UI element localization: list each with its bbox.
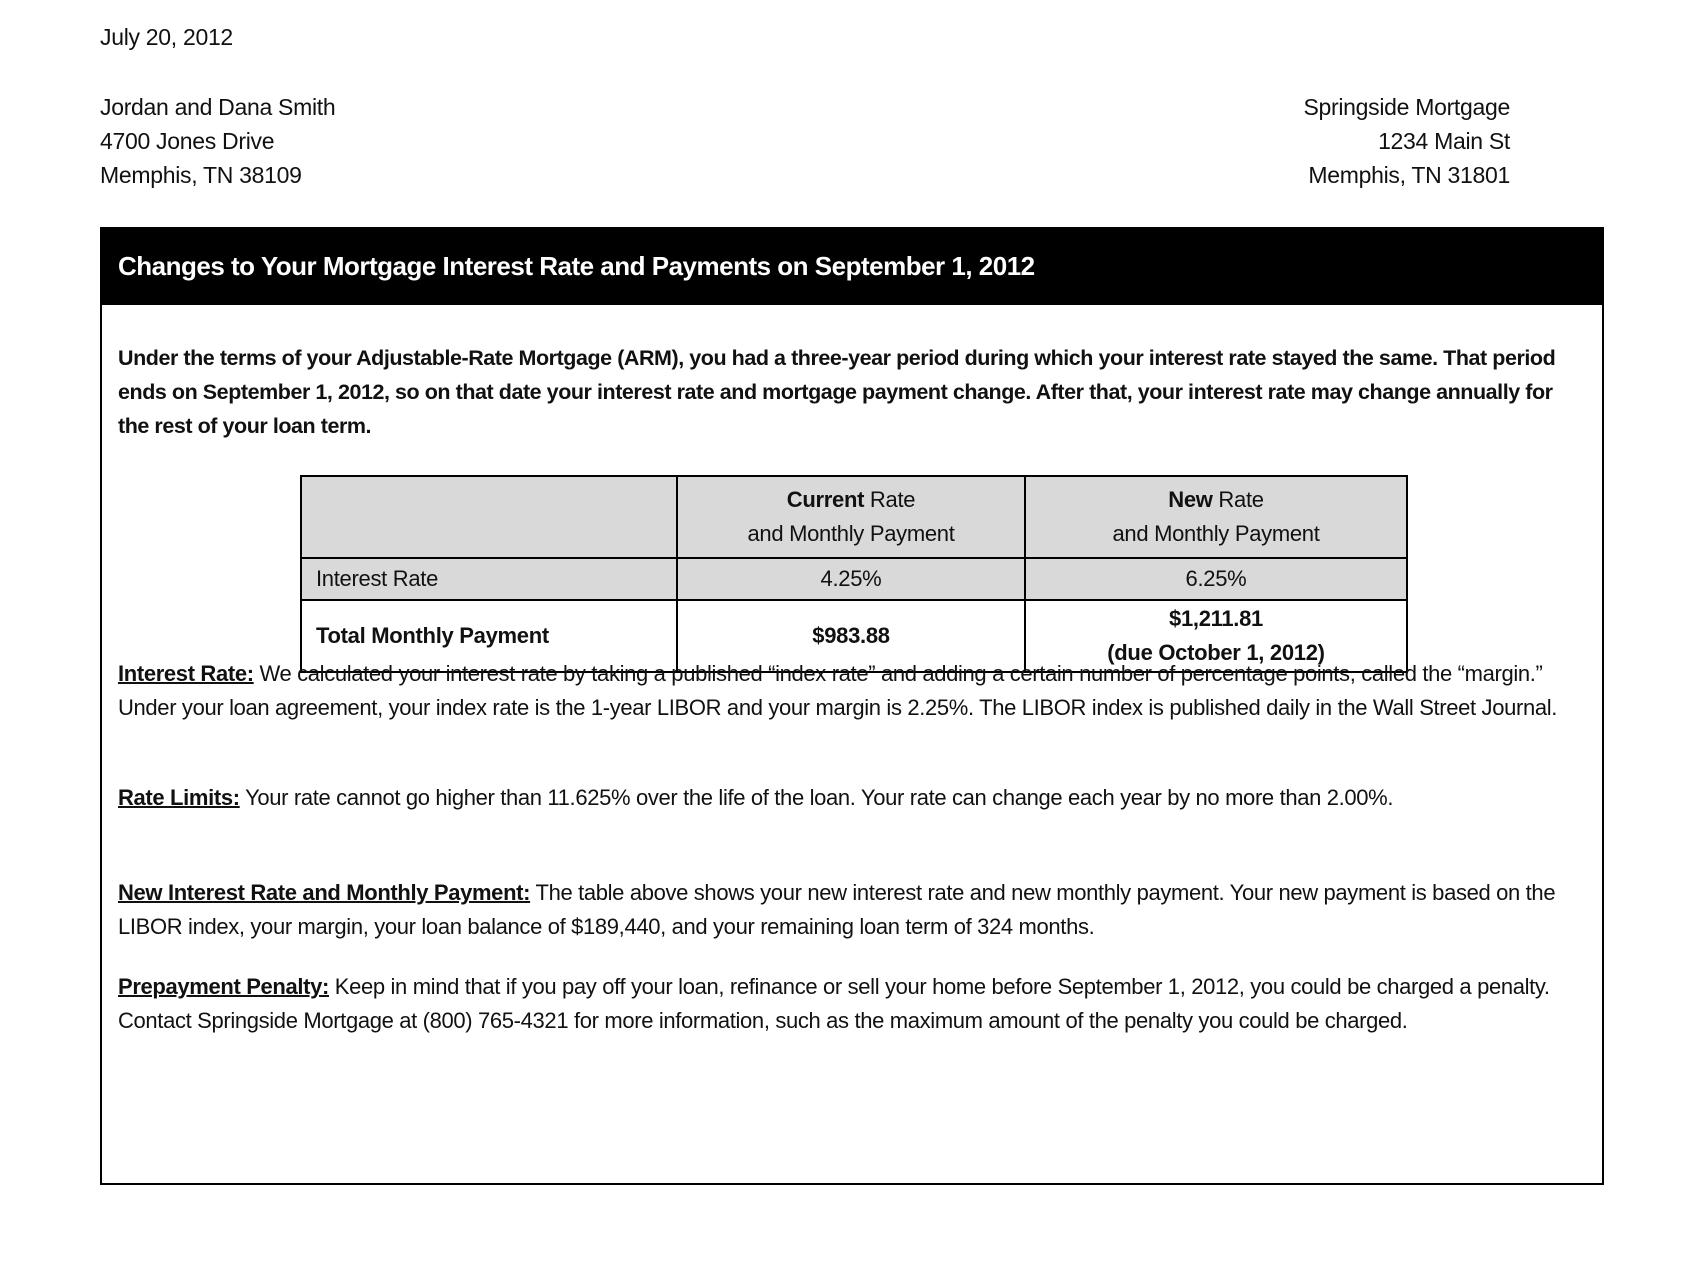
section-interest-rate: Interest Rate: We calculated your intere…: [118, 657, 1593, 725]
header-current-line2: and Monthly Payment: [747, 521, 955, 546]
header-current: Current Rate and Monthly Payment: [676, 475, 1026, 559]
recipient-city: Memphis, TN 38109: [100, 162, 302, 188]
row-label: Interest Rate: [300, 557, 678, 601]
section-heading: Prepayment Penalty:: [118, 974, 329, 999]
new-interest-rate: 6.25%: [1024, 557, 1408, 601]
section-heading: Interest Rate:: [118, 661, 254, 686]
notice-title: Changes to Your Mortgage Interest Rate a…: [102, 229, 1602, 305]
header-new-line2: and Monthly Payment: [1112, 521, 1320, 546]
sender-street: 1234 Main St: [1378, 128, 1510, 154]
new-monthly-payment: $1,211.81: [1169, 606, 1263, 631]
sender-address: Springside Mortgage 1234 Main St Memphis…: [1303, 90, 1510, 192]
section-heading: New Interest Rate and Monthly Payment:: [118, 880, 531, 905]
section-body: We calculated your interest rate by taki…: [118, 661, 1558, 720]
header-new: New Rate and Monthly Payment: [1024, 475, 1408, 559]
header-blank-cell: [300, 475, 678, 559]
header-new-bold: New: [1168, 487, 1213, 512]
section-body: Your rate cannot go higher than 11.625% …: [239, 785, 1394, 810]
recipient-address: Jordan and Dana Smith 4700 Jones Drive M…: [100, 90, 336, 192]
header-current-bold: Current: [786, 487, 865, 512]
table-header-row: Current Rate and Monthly Payment New Rat…: [300, 475, 1408, 559]
letter-date: July 20, 2012: [100, 24, 233, 50]
sender-city: Memphis, TN 31801: [1308, 162, 1510, 188]
section-prepayment-penalty: Prepayment Penalty: Keep in mind that if…: [118, 970, 1593, 1038]
rate-change-notice: Changes to Your Mortgage Interest Rate a…: [100, 227, 1604, 1185]
header-new-rest: Rate: [1212, 487, 1264, 512]
sender-name: Springside Mortgage: [1303, 94, 1510, 120]
section-rate-limits: Rate Limits: Your rate cannot go higher …: [118, 781, 1593, 815]
section-body: Keep in mind that if you pay off your lo…: [118, 974, 1550, 1033]
section-new-rate-payment: New Interest Rate and Monthly Payment: T…: [118, 876, 1593, 944]
recipient-street: 4700 Jones Drive: [100, 128, 275, 154]
table-row: Interest Rate 4.25% 6.25%: [300, 557, 1408, 601]
notice-intro: Under the terms of your Adjustable-Rate …: [118, 346, 1556, 438]
rate-comparison-table: Current Rate and Monthly Payment New Rat…: [300, 475, 1408, 673]
section-heading: Rate Limits:: [118, 785, 240, 810]
recipient-name: Jordan and Dana Smith: [100, 94, 336, 120]
header-current-rest: Rate: [864, 487, 916, 512]
current-interest-rate: 4.25%: [676, 557, 1026, 601]
